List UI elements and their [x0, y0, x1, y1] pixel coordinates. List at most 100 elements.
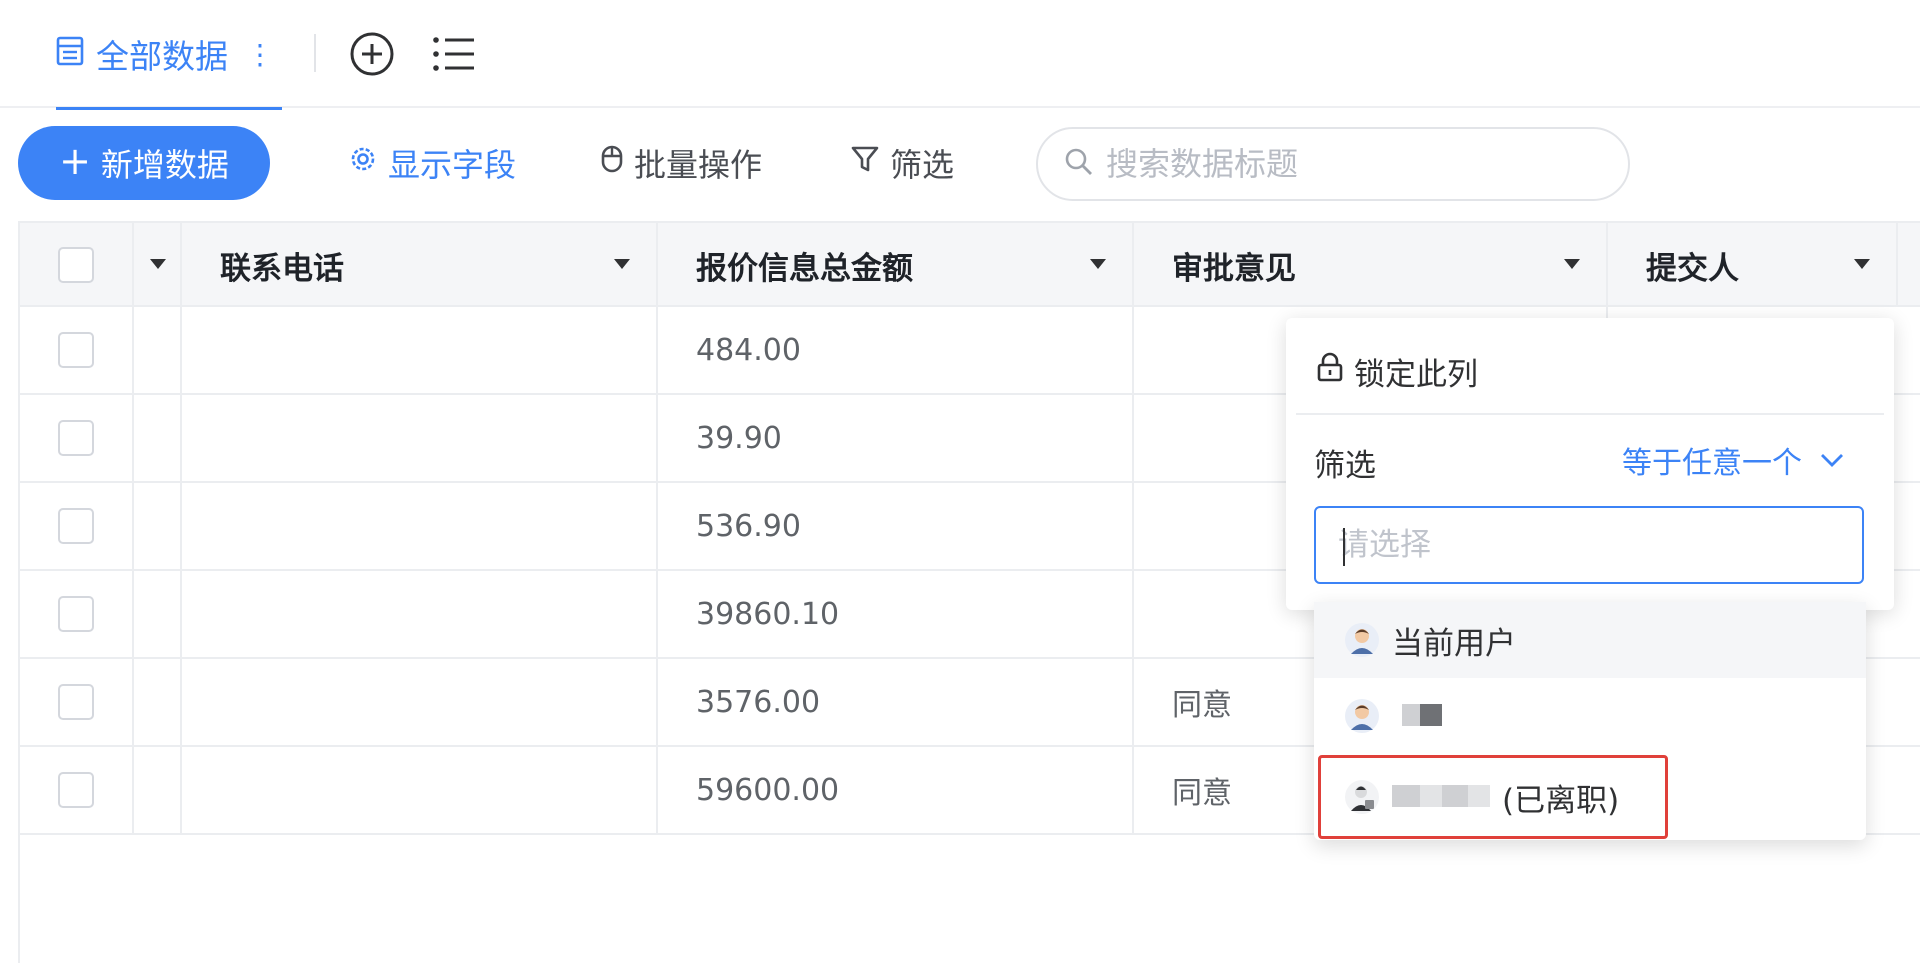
cell-phone[interactable] — [182, 747, 658, 833]
row-select-cell — [20, 483, 134, 569]
row-checkbox[interactable] — [58, 684, 94, 720]
table-header: 联系电话 报价信息总金额 审批意见 提交人 — [20, 221, 1920, 307]
menu-divider — [1296, 413, 1884, 415]
tab-more-icon[interactable]: ⋮ — [246, 38, 274, 71]
cell-phone[interactable] — [182, 395, 658, 481]
view-tab-all-data[interactable]: 全部数据 ⋮ — [56, 0, 282, 110]
user-avatar-icon — [1344, 622, 1380, 658]
row-checkbox[interactable] — [58, 420, 94, 456]
cell-phone[interactable] — [182, 483, 658, 569]
row-index-cell — [134, 395, 182, 481]
batch-operation-button[interactable]: 批量操作 — [600, 126, 762, 200]
search-input[interactable] — [1106, 145, 1606, 183]
active-tab-underline — [56, 107, 282, 110]
member-select-input[interactable] — [1338, 527, 1838, 563]
row-index-cell — [134, 483, 182, 569]
caret-down-icon[interactable] — [1562, 257, 1582, 271]
filter-label: 筛选 — [890, 146, 955, 184]
redacted-name — [1392, 698, 1442, 734]
add-data-button[interactable]: + 新增数据 — [18, 126, 270, 200]
option-resigned-member[interactable]: (已离职) — [1314, 754, 1866, 840]
cell-text: 同意 — [1172, 776, 1232, 811]
row-checkbox[interactable] — [58, 332, 94, 368]
header-index-cell[interactable] — [134, 223, 182, 307]
row-index-cell — [134, 747, 182, 833]
column-filter-label: 筛选 — [1314, 448, 1376, 484]
caret-down-icon[interactable] — [1088, 257, 1108, 271]
cell-phone[interactable] — [182, 659, 658, 745]
row-index-cell — [134, 659, 182, 745]
column-header-opinion[interactable]: 审批意见 — [1134, 223, 1608, 307]
cell-text: 3576.00 — [696, 684, 821, 720]
column-header-submitter[interactable]: 提交人 — [1608, 223, 1898, 307]
cell-text: 484.00 — [696, 332, 801, 368]
view-list-icon[interactable] — [430, 30, 478, 78]
row-checkbox[interactable] — [58, 596, 94, 632]
filter-mode-select[interactable]: 等于任意一个 — [1622, 438, 1844, 482]
cell-amount[interactable]: 59600.00 — [658, 747, 1134, 833]
search-box[interactable] — [1036, 127, 1630, 201]
row-checkbox[interactable] — [58, 508, 94, 544]
caret-down-icon[interactable] — [1852, 257, 1872, 271]
cell-text: 同意 — [1172, 688, 1232, 723]
row-select-cell — [20, 659, 134, 745]
cell-amount[interactable]: 484.00 — [658, 307, 1134, 393]
add-data-label: 新增数据 — [100, 146, 229, 184]
row-index-cell — [134, 307, 182, 393]
filter-button[interactable]: 筛选 — [850, 126, 954, 200]
select-all-checkbox[interactable] — [58, 247, 94, 283]
view-tab-bar: 全部数据 ⋮ — [0, 0, 1920, 110]
caret-down-icon — [150, 259, 166, 269]
cell-amount[interactable]: 536.90 — [658, 483, 1134, 569]
resigned-user-avatar-icon — [1344, 779, 1380, 815]
view-tab-label: 全部数据 — [96, 37, 228, 76]
column-menu-popover: 锁定此列 筛选 等于任意一个 — [1286, 318, 1894, 610]
show-fields-label: 显示字段 — [388, 146, 517, 184]
member-select-box[interactable] — [1314, 506, 1864, 584]
cell-phone[interactable] — [182, 571, 658, 657]
cell-amount[interactable]: 3576.00 — [658, 659, 1134, 745]
table-view-icon — [56, 35, 84, 74]
funnel-icon — [850, 144, 880, 182]
row-checkbox[interactable] — [58, 772, 94, 808]
cell-text: 536.90 — [696, 508, 801, 544]
option-label: (已离职) — [1502, 782, 1620, 819]
row-select-cell — [20, 571, 134, 657]
row-select-cell — [20, 395, 134, 481]
row-select-cell — [20, 747, 134, 833]
column-header-amount[interactable]: 报价信息总金额 — [658, 223, 1134, 307]
add-view-icon[interactable] — [348, 30, 396, 78]
option-member[interactable] — [1314, 678, 1866, 754]
row-index-cell — [134, 571, 182, 657]
batch-operation-label: 批量操作 — [634, 146, 763, 184]
cell-amount[interactable]: 39.90 — [658, 395, 1134, 481]
gear-icon — [348, 144, 378, 182]
text-cursor — [1343, 528, 1345, 566]
header-select-all-cell — [20, 223, 134, 307]
row-select-cell — [20, 307, 134, 393]
column-header-label: 报价信息总金额 — [696, 250, 913, 287]
column-header-phone[interactable]: 联系电话 — [182, 223, 658, 307]
mouse-icon — [600, 144, 624, 182]
option-label: 当前用户 — [1392, 625, 1516, 662]
option-current-user[interactable]: 当前用户 — [1314, 602, 1866, 678]
plus-icon: + — [59, 139, 91, 183]
redacted-name — [1392, 779, 1490, 815]
show-fields-button[interactable]: 显示字段 — [348, 126, 516, 200]
search-icon — [1064, 147, 1094, 181]
lock-column-label: 锁定此列 — [1354, 356, 1478, 393]
filter-mode-label: 等于任意一个 — [1622, 446, 1802, 481]
cell-amount[interactable]: 39860.10 — [658, 571, 1134, 657]
cell-phone[interactable] — [182, 307, 658, 393]
member-options-list: 当前用户 (已离职) — [1314, 602, 1866, 840]
user-avatar-icon — [1344, 698, 1380, 734]
cell-text: 39860.10 — [696, 596, 840, 632]
lock-icon — [1316, 352, 1344, 390]
column-header-label: 审批意见 — [1172, 250, 1296, 287]
column-header-label: 提交人 — [1646, 250, 1739, 287]
lock-column-menu-item[interactable]: 锁定此列 — [1316, 346, 1478, 396]
cell-text: 59600.00 — [696, 772, 840, 808]
cell-text: 39.90 — [696, 420, 782, 456]
caret-down-icon[interactable] — [612, 257, 632, 271]
chevron-down-icon — [1821, 454, 1843, 467]
